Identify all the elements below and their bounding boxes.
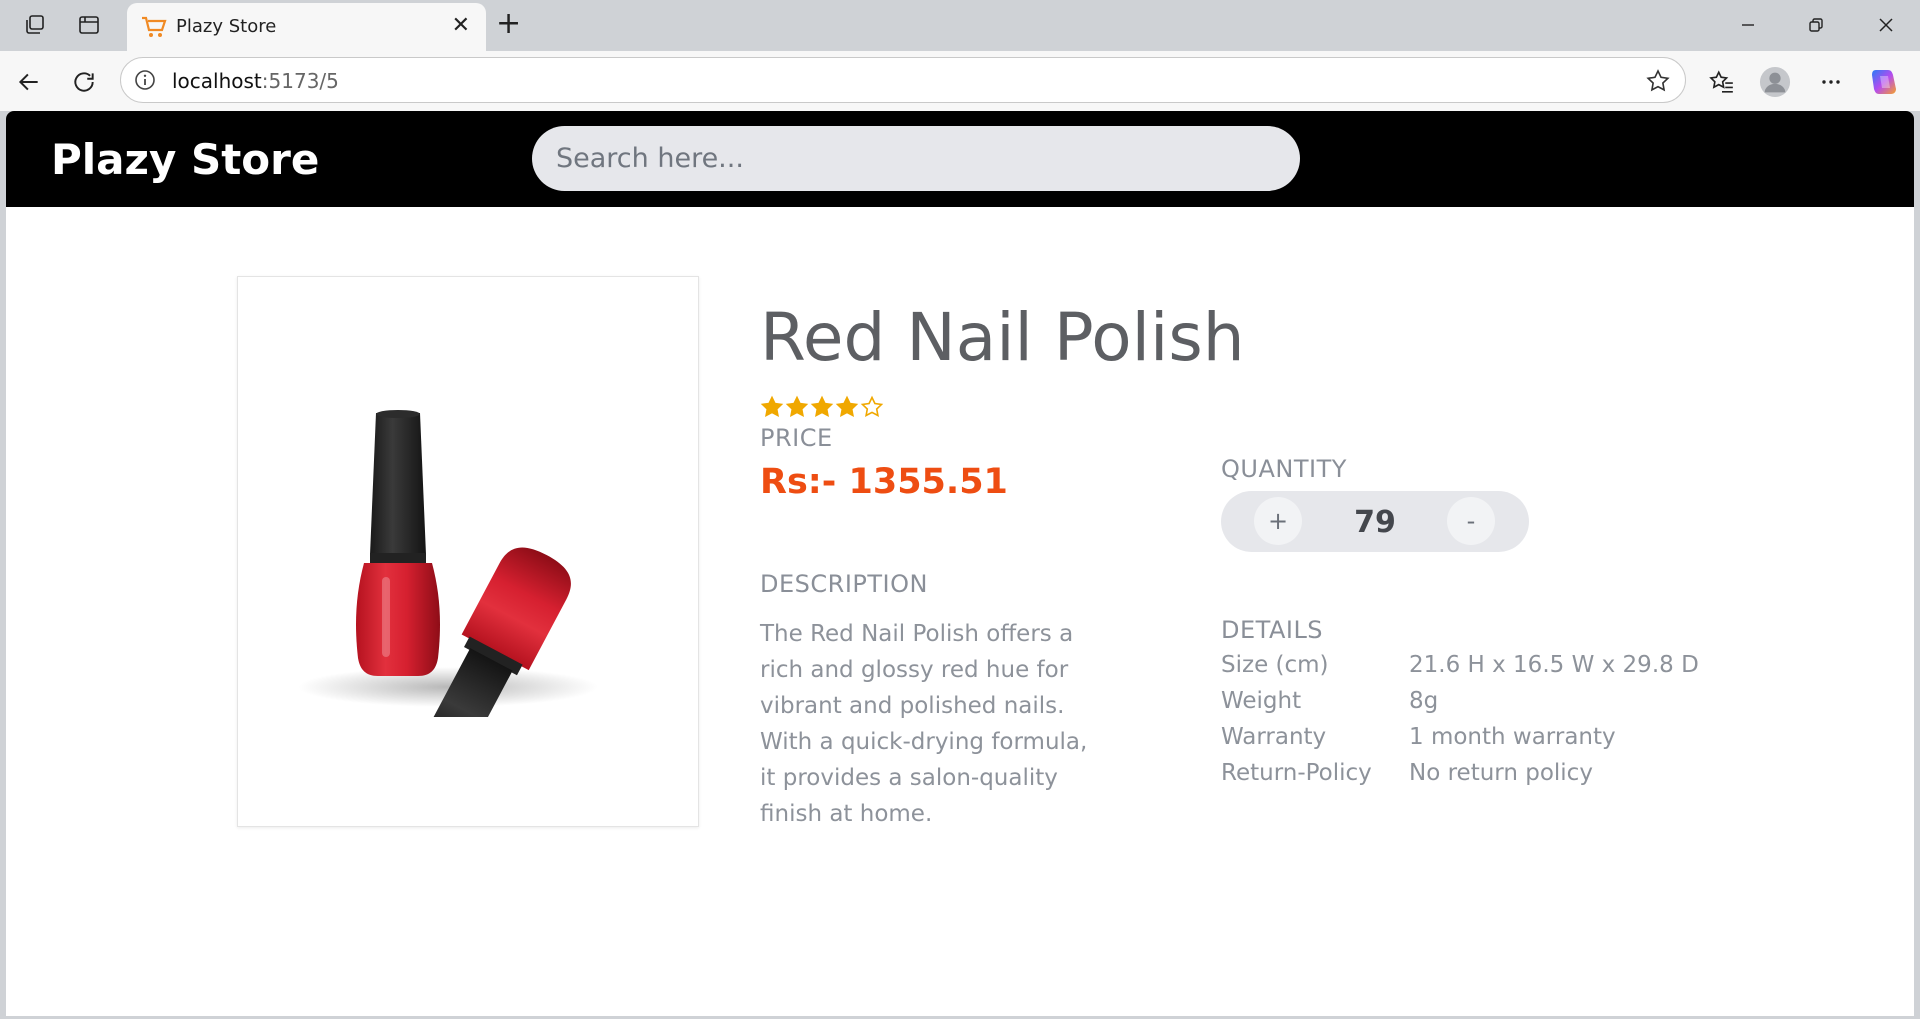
copilot-icon[interactable] [1868, 66, 1900, 98]
detail-value: No return policy [1409, 760, 1593, 786]
star-filled-icon [835, 395, 859, 417]
quantity-decrease-button[interactable]: - [1447, 497, 1495, 545]
info-icon[interactable] [134, 69, 156, 91]
detail-key: Size (cm) [1221, 652, 1329, 678]
detail-value: 1 month warranty [1409, 724, 1616, 750]
quantity-label: QUANTITY [1221, 455, 1347, 483]
detail-key: Return-Policy [1221, 760, 1372, 786]
new-tab-icon[interactable]: + [496, 8, 521, 40]
details-row: Size (cm) 21.6 H x 16.5 W x 29.8 D [1221, 652, 1699, 688]
back-icon[interactable] [13, 66, 45, 98]
product-image-card [237, 276, 699, 827]
product-price: Rs:- 1355.51 [760, 462, 1008, 502]
product-title: Red Nail Polish [760, 299, 1245, 376]
details-row: Warranty 1 month warranty [1221, 724, 1699, 760]
more-icon[interactable] [1815, 66, 1847, 98]
refresh-icon[interactable] [68, 66, 100, 98]
quantity-stepper: + 79 - [1221, 491, 1529, 552]
price-label: PRICE [760, 424, 833, 452]
url-text: localhost:5173/5 [172, 69, 339, 93]
workspaces-icon[interactable] [20, 10, 50, 40]
detail-key: Warranty [1221, 724, 1327, 750]
browser-nav-bar: localhost:5173/5 [0, 51, 1920, 111]
product-image [298, 410, 598, 717]
details-row: Weight 8g [1221, 688, 1699, 724]
close-icon[interactable]: ✕ [452, 14, 470, 38]
minimize-icon[interactable] [1728, 10, 1768, 40]
favorite-star-icon[interactable] [1645, 68, 1671, 94]
detail-key: Weight [1221, 688, 1302, 714]
star-empty-icon [860, 395, 884, 417]
brand-logo[interactable]: Plazy Store [51, 135, 319, 184]
detail-value: 8g [1409, 688, 1439, 714]
description-label: DESCRIPTION [760, 570, 928, 598]
details-label: DETAILS [1221, 616, 1324, 644]
details-table: Size (cm) 21.6 H x 16.5 W x 29.8 D Weight… [1221, 652, 1699, 796]
details-row: Return-Policy No return policy [1221, 760, 1699, 796]
search-input[interactable] [532, 126, 1300, 191]
browser-tab-bar: Plazy Store ✕ + [0, 0, 1920, 51]
page-viewport: Plazy Store Red Nail Poli [6, 111, 1914, 1016]
star-filled-icon [785, 395, 809, 417]
restore-icon[interactable] [1796, 10, 1836, 40]
favorites-icon[interactable] [1706, 66, 1738, 98]
detail-value: 21.6 H x 16.5 W x 29.8 D [1409, 652, 1699, 678]
browser-tab[interactable]: Plazy Store ✕ [127, 3, 486, 51]
window-close-icon[interactable] [1866, 10, 1906, 40]
star-filled-icon [760, 395, 784, 417]
tab-actions-icon[interactable] [74, 10, 104, 40]
star-filled-icon [810, 395, 834, 417]
site-header: Plazy Store [6, 111, 1914, 207]
product-description: The Red Nail Polish offers a rich and gl… [760, 621, 1088, 827]
tab-title: Plazy Store [176, 16, 277, 37]
cart-favicon [142, 16, 167, 37]
profile-icon[interactable] [1759, 66, 1791, 98]
address-bar[interactable]: localhost:5173/5 [120, 57, 1686, 103]
rating-stars [760, 395, 884, 419]
